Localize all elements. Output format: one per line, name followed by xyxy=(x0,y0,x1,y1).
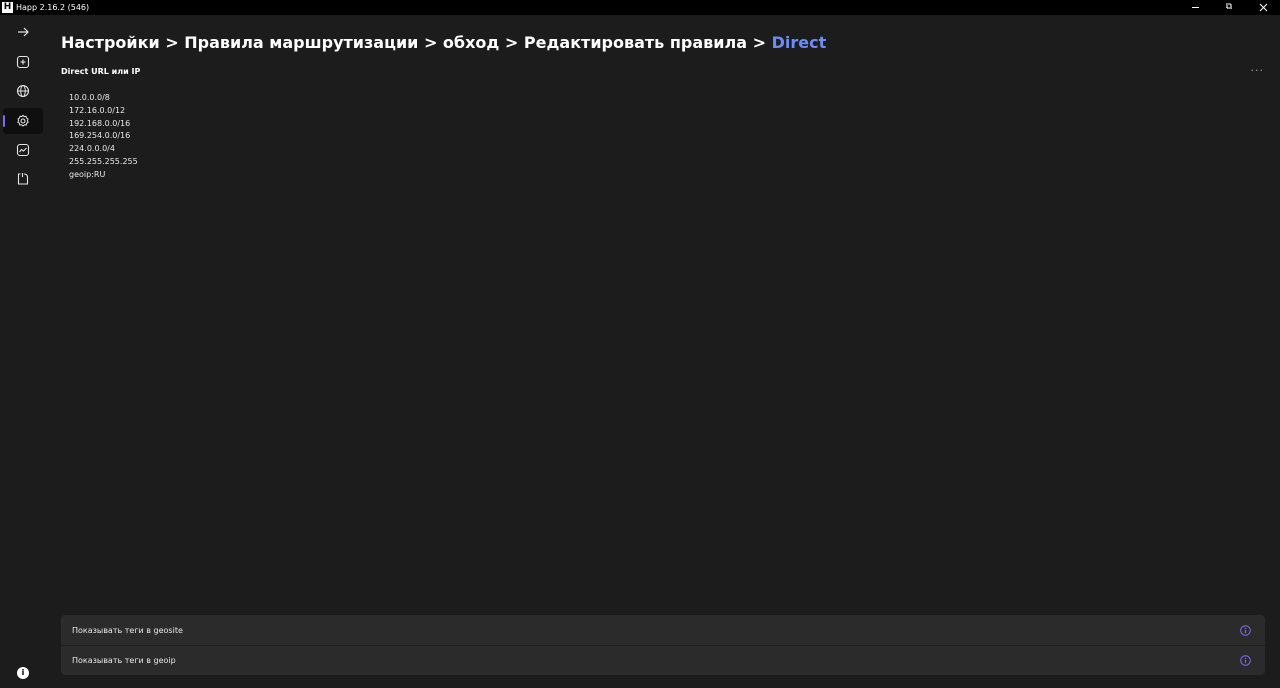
chart-icon xyxy=(16,143,30,157)
restore-icon: ⧉ xyxy=(1225,2,1233,12)
breadcrumb-item-routing-rules[interactable]: Правила маршрутизации xyxy=(184,33,418,52)
sidebar-item-settings[interactable] xyxy=(3,108,43,134)
setting-label: Показывать теги в geosite xyxy=(72,625,183,635)
sidebar-item-stats[interactable] xyxy=(3,137,43,163)
gear-icon xyxy=(17,114,29,127)
breadcrumb: Настройки > Правила маршрутизации > обхо… xyxy=(61,33,826,52)
section-title: Direct URL или IP xyxy=(61,67,141,76)
rule-line: 192.168.0.0/16 xyxy=(69,118,131,128)
arrow-right-icon xyxy=(18,27,29,37)
rule-line: 10.0.0.0/8 xyxy=(69,93,110,102)
breadcrumb-item-edit-rules[interactable]: Редактировать правила xyxy=(524,33,747,52)
sidebar-item-add[interactable] xyxy=(3,49,43,75)
breadcrumb-separator: > xyxy=(165,33,179,52)
add-square-icon xyxy=(16,55,30,69)
breadcrumb-item-settings[interactable]: Настройки xyxy=(61,33,160,52)
breadcrumb-separator: > xyxy=(752,33,766,52)
breadcrumb-item-bypass[interactable]: обход xyxy=(443,33,499,52)
app-logo-icon: H xyxy=(2,2,13,13)
info-icon[interactable] xyxy=(1240,624,1251,636)
rule-line: 255.255.255.255 xyxy=(69,156,138,166)
setting-label: Показывать теги в geoip xyxy=(72,656,176,665)
power-icon xyxy=(17,173,29,185)
active-indicator xyxy=(3,115,5,127)
rule-line: 224.0.0.0/4 xyxy=(69,144,115,154)
close-button[interactable] xyxy=(1246,0,1280,15)
rules-textarea[interactable]: 10.0.0.0/8 172.16.0.0/12 192.168.0.0/16 … xyxy=(69,92,1249,182)
breadcrumb-separator: > xyxy=(423,33,438,52)
settings-card: Показывать теги в geosite Показывать тег… xyxy=(61,615,1265,675)
sidebar-item-servers[interactable] xyxy=(3,78,43,104)
window-controls: ⧉ xyxy=(1178,0,1280,15)
info-icon[interactable] xyxy=(1240,655,1251,666)
minimize-icon xyxy=(1191,7,1199,8)
breadcrumb-separator: > xyxy=(504,33,519,52)
close-icon xyxy=(1259,3,1267,12)
sidebar-item-power[interactable] xyxy=(3,166,43,192)
window-title: Happ 2.16.2 (546) xyxy=(16,3,90,12)
restore-button[interactable]: ⧉ xyxy=(1212,0,1246,15)
minimize-button[interactable] xyxy=(1178,0,1212,15)
rule-line: geoip:RU xyxy=(69,169,106,179)
setting-show-geoip-tags[interactable]: Показывать теги в geoip xyxy=(61,645,1265,675)
rule-line: 169.254.0.0/16 xyxy=(69,131,131,141)
more-options-icon[interactable]: ··· xyxy=(1251,65,1265,77)
title-bar: H Happ 2.16.2 (546) ⧉ xyxy=(0,0,1280,15)
about-info-icon[interactable]: i xyxy=(17,667,29,679)
main-content: Настройки > Правила маршрутизации > обхо… xyxy=(45,15,1280,688)
rule-line: 172.16.0.0/12 xyxy=(69,105,126,115)
sidebar-item-connect[interactable] xyxy=(3,19,43,45)
globe-icon xyxy=(16,84,30,98)
breadcrumb-current: Direct xyxy=(771,33,827,52)
sidebar xyxy=(0,15,45,688)
setting-show-geosite-tags[interactable]: Показывать теги в geosite xyxy=(61,615,1265,645)
